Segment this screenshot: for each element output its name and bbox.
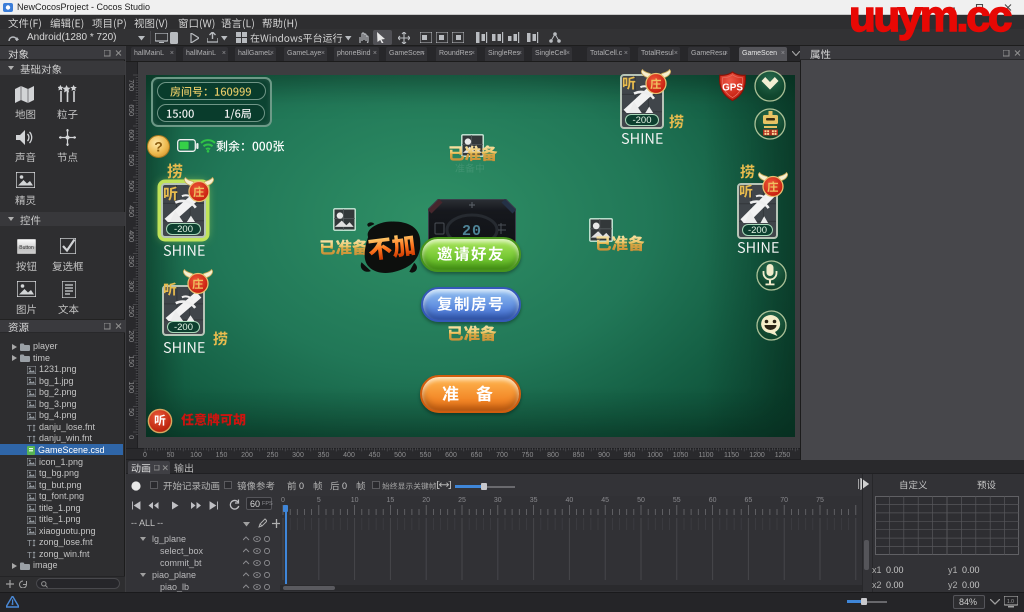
svg-text:Button: Button xyxy=(19,245,34,251)
svg-text:T: T xyxy=(27,435,32,443)
svg-text:T: T xyxy=(27,551,32,559)
svg-text:1.0: 1.0 xyxy=(1007,599,1014,605)
svg-text:?: ? xyxy=(154,139,163,155)
svg-text:T: T xyxy=(27,424,32,432)
svg-text:GPS: GPS xyxy=(722,82,743,93)
svg-text:T: T xyxy=(27,539,32,547)
